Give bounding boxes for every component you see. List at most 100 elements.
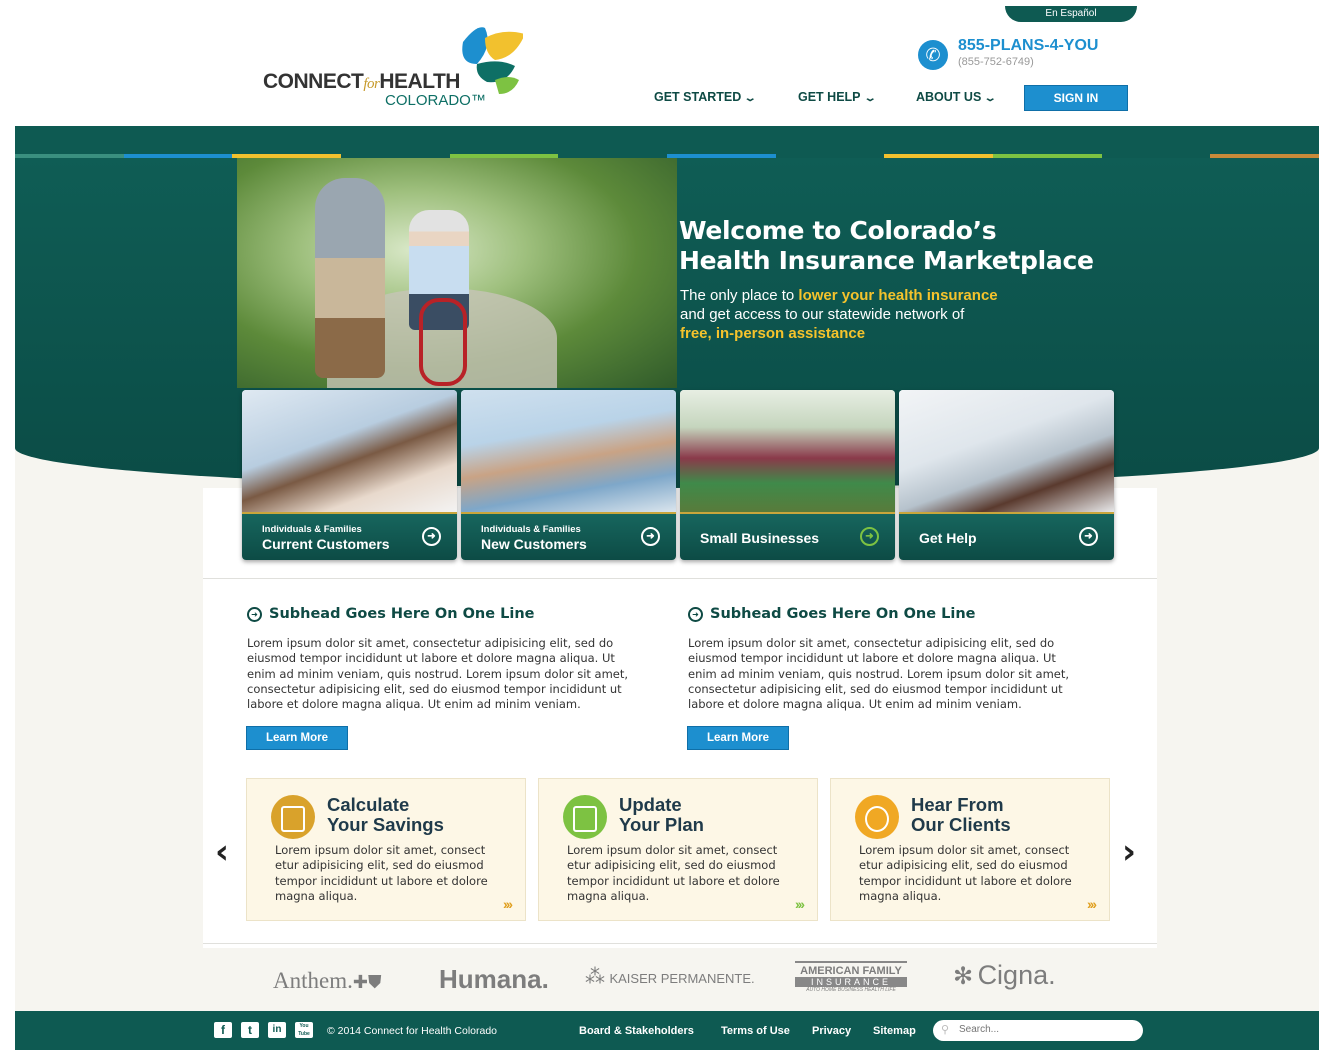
header-band <box>15 126 1319 154</box>
phone-number[interactable]: 855-PLANS-4-YOU <box>958 37 1098 55</box>
arrow-circle-icon: ➜ <box>688 607 703 622</box>
card-new-customers[interactable]: Individuals & Families New Customers ➜ <box>461 390 676 560</box>
carrier-logo-anthem: Anthem.✚⛊ <box>273 968 381 994</box>
nav-get-help[interactable]: GET HELP ⌄ <box>798 90 876 104</box>
nav-label: GET STARTED <box>654 90 742 104</box>
card-bar: Individuals & Families Current Customers… <box>242 512 457 560</box>
footer-link-board[interactable]: Board & Stakeholders <box>579 1025 694 1037</box>
facebook-icon[interactable]: f <box>214 1022 232 1038</box>
search-input[interactable] <box>957 1023 1131 1036</box>
feature-text: Lorem ipsum dolor sit amet, consect etur… <box>275 843 488 903</box>
card-label: New Customers <box>481 536 587 552</box>
arrow-circle-icon: ➜ <box>247 607 262 622</box>
carrier-logo-kaiser: ⁂ KAISER PERMANENTE. <box>585 964 755 989</box>
feature-title: Calculate Your Savings <box>327 795 444 835</box>
nav-label: GET HELP <box>798 90 861 104</box>
feature-calculate-savings[interactable]: Calculate Your Savings Lorem ipsum dolor … <box>246 778 526 921</box>
card-bar: Get Help ➜ <box>899 512 1114 560</box>
hero-title-line1: Welcome to Colorado’s <box>679 216 997 245</box>
hero-sub-highlight: free, in-person assistance <box>680 325 866 342</box>
nav-get-started[interactable]: GET STARTED ⌄ <box>654 90 758 104</box>
feature-title-line1: Calculate <box>327 794 410 815</box>
feature-title-line2: Our Clients <box>911 814 1011 835</box>
feature-update-plan[interactable]: Update Your Plan Lorem ipsum dolor sit am… <box>538 778 818 921</box>
card-eyebrow: Individuals & Families <box>262 524 362 535</box>
feature-title-line1: Update <box>619 794 682 815</box>
more-chevrons-icon[interactable]: ››› <box>1087 896 1097 912</box>
subhead-body: Lorem ipsum dolor sit amet, consectetur … <box>247 636 629 712</box>
subhead-body: Lorem ipsum dolor sit amet, consectetur … <box>688 636 1070 712</box>
card-label: Small Businesses <box>700 530 820 546</box>
photo-father <box>315 178 385 378</box>
subhead-title[interactable]: ➜ Subhead Goes Here On One Line <box>688 606 1088 622</box>
footer-link-terms[interactable]: Terms of Use <box>721 1025 790 1037</box>
subhead-section-right: ➜ Subhead Goes Here On One Line Lorem ips… <box>688 606 1088 712</box>
site-logo[interactable]: CONNECTforHEALTH COLORADO™ <box>263 24 523 114</box>
footer-search[interactable]: ⚲ <box>933 1020 1143 1041</box>
feature-title: Update Your Plan <box>619 795 704 835</box>
learn-more-button[interactable]: Learn More <box>687 726 789 750</box>
footer-link-sitemap[interactable]: Sitemap <box>873 1025 916 1037</box>
feature-title: Hear From Our Clients <box>911 795 1011 835</box>
subhead-title-text: Subhead Goes Here On One Line <box>269 606 535 622</box>
logo-health: HEALTH <box>379 70 460 93</box>
twitter-icon[interactable]: t <box>241 1022 259 1038</box>
card-photo-father-son <box>461 390 676 514</box>
arrow-circle-icon: ➜ <box>860 527 879 546</box>
copyright-text: © 2014 Connect for Health Colorado <box>327 1025 498 1037</box>
tree-icon: ✻ <box>953 963 974 990</box>
arrow-circle-icon: ➜ <box>422 527 441 546</box>
page: En Español CONNECTforHEALTH COLORADO™ ✆ … <box>15 6 1319 1050</box>
card-get-help[interactable]: Get Help ➜ <box>899 390 1114 560</box>
logo-wordmark: CONNECTforHEALTH <box>263 70 460 94</box>
carousel-prev-arrow-icon[interactable]: ‹ <box>215 832 229 872</box>
logo-connect: CONNECT <box>263 70 364 93</box>
more-chevrons-icon[interactable]: ››› <box>503 896 513 912</box>
feature-text: Lorem ipsum dolor sit amet, consect etur… <box>567 843 780 903</box>
carousel-next-arrow-icon[interactable]: › <box>1122 832 1136 872</box>
card-photo-greenhouse-worker <box>680 390 895 514</box>
carrier-name-sub: INSURANCE <box>795 977 907 987</box>
site-footer: f t in You Tube © 2014 Connect for Healt… <box>15 1011 1319 1050</box>
subhead-section-left: ➜ Subhead Goes Here On One Line Lorem ips… <box>247 606 647 712</box>
more-chevrons-icon[interactable]: ››› <box>795 896 805 912</box>
subhead-title[interactable]: ➜ Subhead Goes Here On One Line <box>247 606 647 622</box>
carrier-logo-humana: Humana. <box>439 964 549 994</box>
hero-photo-father-son-bike <box>237 158 677 388</box>
card-small-businesses[interactable]: Small Businesses ➜ <box>680 390 895 560</box>
hero-sub-text: The only place to <box>680 287 799 304</box>
arrow-circle-icon: ➜ <box>641 527 660 546</box>
section-divider <box>203 943 1157 944</box>
linkedin-icon[interactable]: in <box>268 1022 286 1038</box>
phone-number-digits: (855-752-6749) <box>958 56 1034 68</box>
kaiser-people-icon: ⁂ <box>585 966 605 988</box>
arrow-circle-icon: ➜ <box>1079 527 1098 546</box>
learn-more-button[interactable]: Learn More <box>246 726 348 750</box>
carrier-tagline: AUTO HOME BUSINESS HEALTH LIFE <box>806 987 896 993</box>
nav-label: ABOUT US <box>916 90 982 104</box>
feature-hear-from-clients[interactable]: Hear From Our Clients Lorem ipsum dolor s… <box>830 778 1110 921</box>
youtube-icon[interactable]: You Tube <box>295 1022 313 1038</box>
nav-about-us[interactable]: ABOUT US ⌄ <box>916 90 997 104</box>
section-divider <box>203 578 1157 579</box>
photo-bicycle <box>419 298 467 386</box>
carrier-name: KAISER PERMANENTE. <box>609 971 755 986</box>
cross-shield-icon: ✚⛊ <box>352 972 382 992</box>
phone-icon: ✆ <box>918 40 948 70</box>
language-toggle-link[interactable]: En Español <box>1005 6 1137 22</box>
chevron-down-icon: ⌄ <box>743 93 758 104</box>
feature-text: Lorem ipsum dolor sit amet, consect etur… <box>859 843 1072 903</box>
sign-in-button[interactable]: SIGN IN <box>1024 85 1128 111</box>
card-bar: Small Businesses ➜ <box>680 512 895 560</box>
card-photo-family <box>242 390 457 514</box>
carrier-name: AMERICAN FAMILY <box>795 961 907 977</box>
card-label: Current Customers <box>262 536 390 552</box>
feature-title-line2: Your Savings <box>327 814 444 835</box>
hero-subtitle: The only place to lower your health insu… <box>680 286 998 343</box>
hero-sub-text: and get access to our statewide network … <box>680 306 965 323</box>
card-current-customers[interactable]: Individuals & Families Current Customers… <box>242 390 457 560</box>
carrier-logo-american-family: AMERICAN FAMILY INSURANCE AUTO HOME BUSI… <box>795 961 907 993</box>
feature-title-line2: Your Plan <box>619 814 704 835</box>
card-photo-call-center <box>899 390 1114 514</box>
footer-link-privacy[interactable]: Privacy <box>812 1025 851 1037</box>
